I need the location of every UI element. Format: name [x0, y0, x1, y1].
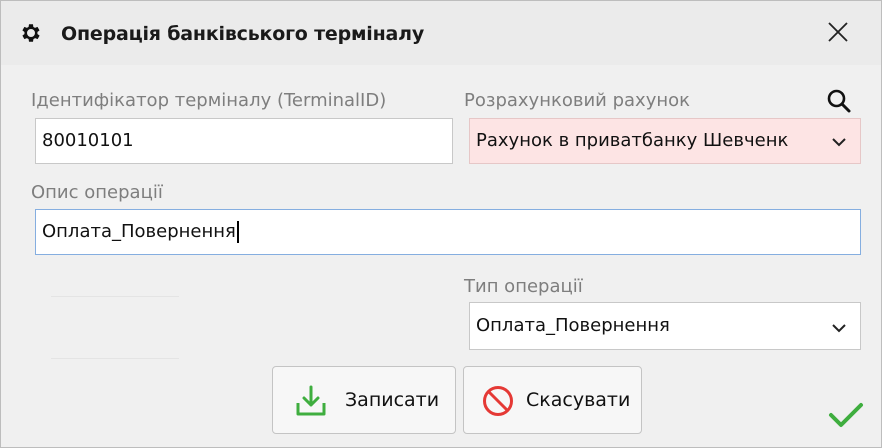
terminal-id-label: Ідентифікатор терміналу (TerminalID) [31, 90, 387, 111]
cancel-icon [483, 386, 513, 416]
title-bar: Операція банківського терміналу [1, 1, 881, 65]
cancel-button-label: Скасувати [526, 389, 631, 411]
description-label: Опис операції [31, 182, 163, 203]
operation-type-label: Тип операції [464, 276, 583, 297]
description-value: Оплата_Повернення [42, 221, 236, 242]
divider-line [51, 358, 179, 359]
search-icon[interactable] [825, 87, 853, 115]
cancel-button[interactable]: Скасувати [463, 366, 642, 434]
divider-line [51, 296, 179, 297]
text-caret [236, 221, 239, 243]
checkmark-icon [829, 403, 863, 427]
account-select[interactable]: Рахунок в приватбанку Шевченк [469, 118, 861, 164]
terminal-id-input[interactable]: 80010101 [35, 118, 453, 164]
account-label: Розрахунковий рахунок [464, 90, 690, 111]
save-button[interactable]: Записати [272, 366, 456, 434]
operation-type-select[interactable]: Оплата_Повернення [469, 302, 861, 350]
gear-icon [22, 24, 40, 42]
save-button-label: Записати [345, 389, 440, 411]
operation-type-value: Оплата_Повернення [476, 315, 670, 336]
account-value: Рахунок в приватбанку Шевченк [476, 130, 789, 151]
terminal-operation-dialog: Операція банківського терміналу Ідентифі… [0, 0, 882, 448]
window-title: Операція банківського терміналу [61, 23, 425, 45]
chevron-down-icon[interactable] [830, 319, 848, 337]
terminal-id-value: 80010101 [42, 130, 134, 151]
download-save-icon [296, 385, 326, 416]
close-icon[interactable] [821, 15, 855, 49]
chevron-down-icon[interactable] [830, 133, 848, 151]
description-input[interactable]: Оплата_Повернення [35, 209, 861, 255]
